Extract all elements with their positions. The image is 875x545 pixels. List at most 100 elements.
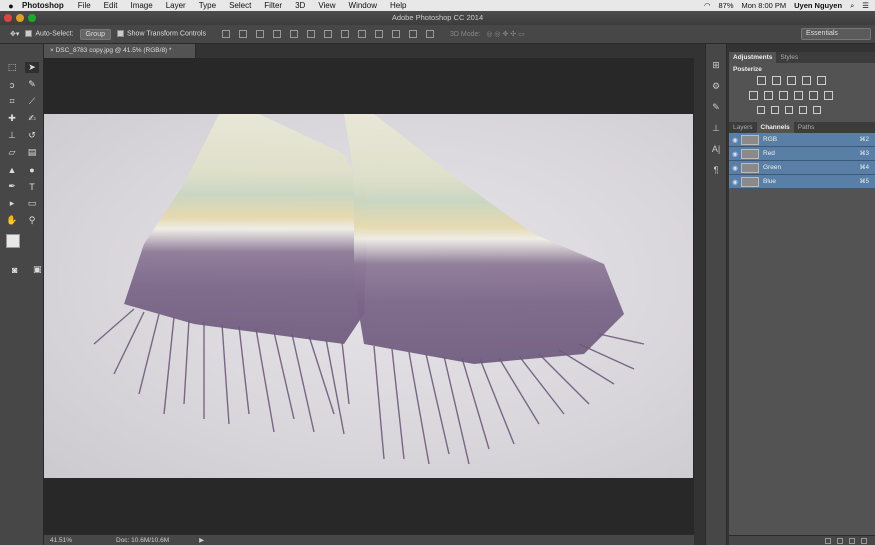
- brush-tool-icon[interactable]: ✍: [25, 113, 39, 124]
- invert-icon[interactable]: [757, 106, 765, 114]
- align-bottom-icon[interactable]: [255, 30, 264, 38]
- status-menu-arrow-icon[interactable]: ▶: [199, 536, 204, 544]
- zoom-level[interactable]: 41.51%: [50, 537, 110, 544]
- menu-edit[interactable]: Edit: [104, 1, 118, 10]
- properties-panel-icon[interactable]: ⚙: [710, 81, 722, 91]
- screen-mode-icon[interactable]: ▣: [32, 264, 44, 275]
- levels-icon[interactable]: [772, 76, 781, 85]
- distribute-right-icon[interactable]: [408, 30, 417, 38]
- blur-tool-icon[interactable]: ▲: [5, 164, 19, 175]
- move-tool-icon[interactable]: ➤: [25, 62, 39, 73]
- dodge-tool-icon[interactable]: ●: [25, 164, 39, 175]
- menu-layer[interactable]: Layer: [166, 1, 186, 10]
- exposure-icon[interactable]: [802, 76, 811, 85]
- quick-mask-icon[interactable]: ◙: [9, 264, 21, 275]
- history-panel-icon[interactable]: ⊞: [710, 60, 722, 70]
- menu-help[interactable]: Help: [390, 1, 406, 10]
- zoom-tool-icon[interactable]: ⚲: [25, 215, 39, 226]
- black-white-icon[interactable]: [779, 91, 788, 100]
- menu-filter[interactable]: Filter: [264, 1, 282, 10]
- 3d-rotate-icon[interactable]: ◎ ◎ ✥ ✣ ▭: [486, 30, 524, 38]
- color-lookup-icon[interactable]: [824, 91, 833, 100]
- auto-align-icon[interactable]: [425, 30, 434, 38]
- tab-styles[interactable]: Styles: [776, 52, 802, 63]
- close-window-button[interactable]: [4, 14, 12, 22]
- menu-select[interactable]: Select: [229, 1, 251, 10]
- menu-3d[interactable]: 3D: [295, 1, 305, 10]
- spotlight-search-icon[interactable]: ⌕: [850, 1, 854, 11]
- curves-icon[interactable]: [787, 76, 796, 85]
- path-select-tool-icon[interactable]: ▸: [5, 198, 19, 209]
- wifi-icon[interactable]: ◠: [704, 1, 711, 10]
- distribute-hcenter-icon[interactable]: [391, 30, 400, 38]
- load-selection-icon[interactable]: [825, 537, 831, 544]
- new-channel-icon[interactable]: [849, 537, 855, 544]
- user-name[interactable]: Uyen Nguyen: [794, 1, 842, 10]
- menu-file[interactable]: File: [78, 1, 91, 10]
- rectangle-tool-icon[interactable]: ▭: [25, 198, 39, 209]
- align-vcenter-icon[interactable]: [238, 30, 247, 38]
- photo-filter-icon[interactable]: [794, 91, 803, 100]
- visibility-eye-icon[interactable]: ◉: [729, 136, 741, 144]
- character-panel-icon[interactable]: A|: [710, 144, 722, 154]
- channel-mixer-icon[interactable]: [809, 91, 818, 100]
- visibility-eye-icon[interactable]: ◉: [729, 178, 741, 186]
- apple-icon[interactable]: ●: [0, 1, 22, 11]
- selective-color-icon[interactable]: [799, 106, 807, 114]
- crop-tool-icon[interactable]: ⌗: [5, 96, 19, 107]
- menu-window[interactable]: Window: [349, 1, 377, 10]
- channel-row-green[interactable]: ◉ Green ⌘4: [729, 161, 875, 175]
- gradient-map-icon[interactable]: [813, 106, 821, 114]
- tab-paths[interactable]: Paths: [794, 122, 819, 133]
- tab-channels[interactable]: Channels: [756, 122, 794, 133]
- save-selection-icon[interactable]: [837, 537, 843, 544]
- eyedropper-tool-icon[interactable]: ⟋: [25, 96, 39, 107]
- healing-brush-tool-icon[interactable]: ✚: [5, 113, 19, 124]
- channel-row-red[interactable]: ◉ Red ⌘3: [729, 147, 875, 161]
- hue-saturation-icon[interactable]: [749, 91, 758, 100]
- align-top-icon[interactable]: [221, 30, 230, 38]
- distribute-vcenter-icon[interactable]: [340, 30, 349, 38]
- threshold-icon[interactable]: [785, 106, 793, 114]
- doc-size[interactable]: Doc: 10.6M/10.6M: [116, 537, 169, 544]
- gradient-tool-icon[interactable]: ▤: [25, 147, 39, 158]
- menu-image[interactable]: Image: [130, 1, 152, 10]
- color-balance-icon[interactable]: [764, 91, 773, 100]
- visibility-eye-icon[interactable]: ◉: [729, 164, 741, 172]
- visibility-eye-icon[interactable]: ◉: [729, 150, 741, 158]
- distribute-bottom-icon[interactable]: [357, 30, 366, 38]
- quick-select-tool-icon[interactable]: ✎: [25, 79, 39, 90]
- paragraph-panel-icon[interactable]: ¶: [710, 165, 722, 175]
- menu-view[interactable]: View: [318, 1, 335, 10]
- brush-panel-icon[interactable]: ✎: [710, 102, 722, 112]
- battery-percent[interactable]: 87%: [719, 1, 734, 10]
- auto-select-checkbox[interactable]: [25, 30, 33, 38]
- clock[interactable]: Mon 8:00 PM: [742, 1, 787, 10]
- vibrance-icon[interactable]: [817, 76, 826, 85]
- type-tool-icon[interactable]: T: [25, 181, 39, 192]
- menu-type[interactable]: Type: [199, 1, 216, 10]
- hand-tool-icon[interactable]: ✋: [5, 215, 19, 226]
- pen-tool-icon[interactable]: ✒: [5, 181, 19, 192]
- tab-adjustments[interactable]: Adjustments: [729, 52, 777, 63]
- transform-controls-checkbox[interactable]: [117, 30, 124, 38]
- brightness-contrast-icon[interactable]: [757, 76, 766, 85]
- align-left-icon[interactable]: [272, 30, 281, 38]
- zoom-window-button[interactable]: [28, 14, 36, 22]
- posterize-icon[interactable]: [771, 106, 779, 114]
- clone-source-panel-icon[interactable]: ⊥: [710, 123, 722, 133]
- distribute-left-icon[interactable]: [374, 30, 383, 38]
- menu-app-name[interactable]: Photoshop: [22, 1, 64, 10]
- lasso-tool-icon[interactable]: ↄ: [5, 79, 19, 90]
- canvas-area[interactable]: [44, 58, 694, 534]
- document-photo[interactable]: [44, 114, 693, 478]
- clone-stamp-tool-icon[interactable]: ⊥: [5, 130, 19, 141]
- align-hcenter-icon[interactable]: [289, 30, 298, 38]
- workspace-switcher[interactable]: Essentials: [801, 28, 871, 40]
- document-tab-close-icon[interactable]: ×: [50, 47, 54, 54]
- channel-row-blue[interactable]: ◉ Blue ⌘5: [729, 175, 875, 189]
- document-tab[interactable]: × DSC_8783 copy.jpg @ 41.5% (RGB/8) *: [44, 44, 196, 58]
- marquee-tool-icon[interactable]: ⬚: [5, 62, 19, 73]
- channel-row-rgb[interactable]: ◉ RGB ⌘2: [729, 133, 875, 147]
- eraser-tool-icon[interactable]: ▱: [5, 147, 19, 158]
